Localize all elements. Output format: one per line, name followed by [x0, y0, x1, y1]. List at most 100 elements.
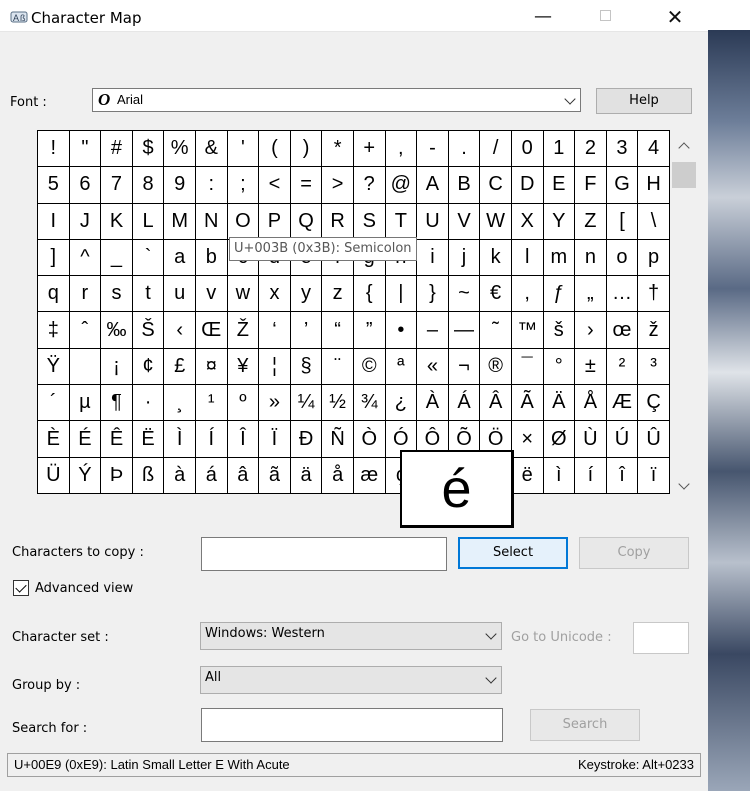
- char-cell[interactable]: •: [385, 312, 418, 349]
- char-cell[interactable]: 9: [164, 167, 196, 204]
- char-cell[interactable]: ¶: [101, 385, 133, 422]
- char-cell[interactable]: Æ: [606, 385, 639, 422]
- char-cell[interactable]: Ú: [606, 421, 639, 458]
- char-cell[interactable]: Ž: [227, 312, 260, 349]
- char-cell[interactable]: Ì: [164, 421, 196, 458]
- char-cell[interactable]: :: [195, 167, 228, 204]
- scroll-down-icon[interactable]: [678, 478, 690, 490]
- char-cell[interactable]: ½: [322, 385, 354, 422]
- char-cell[interactable]: w: [227, 276, 260, 313]
- char-cell[interactable]: Ñ: [322, 421, 354, 458]
- char-cell[interactable]: p: [638, 239, 670, 277]
- char-cell[interactable]: ˜: [480, 312, 512, 349]
- char-cell[interactable]: A: [417, 167, 449, 204]
- char-cell[interactable]: ¼: [290, 385, 323, 422]
- char-cell[interactable]: ±: [575, 348, 607, 386]
- char-cell[interactable]: F: [575, 167, 607, 204]
- char-cell[interactable]: ¥: [227, 348, 260, 386]
- char-cell[interactable]: S: [353, 203, 386, 240]
- char-cell[interactable]: …: [606, 276, 639, 313]
- char-cell[interactable]: ˆ: [69, 312, 102, 349]
- char-cell[interactable]: î: [606, 457, 639, 494]
- char-cell[interactable]: ®: [480, 348, 512, 386]
- char-cell[interactable]: Ð: [290, 421, 323, 458]
- char-cell[interactable]: =: [290, 167, 323, 204]
- char-cell[interactable]: Ë: [132, 421, 165, 458]
- char-cell[interactable]: Ü: [38, 457, 70, 494]
- char-cell[interactable]: ‘: [259, 312, 291, 349]
- char-cell[interactable]: º: [227, 385, 260, 422]
- char-cell[interactable]: v: [195, 276, 228, 313]
- char-cell[interactable]: Š: [132, 312, 165, 349]
- char-cell[interactable]: #: [101, 131, 133, 168]
- char-cell[interactable]: ƒ: [543, 276, 576, 313]
- char-cell[interactable]: „: [575, 276, 607, 313]
- char-cell[interactable]: 2: [575, 131, 607, 168]
- char-cell[interactable]: (: [259, 131, 291, 168]
- char-cell[interactable]: å: [322, 457, 354, 494]
- char-cell[interactable]: Ã: [511, 385, 544, 422]
- maximize-button[interactable]: [585, 6, 625, 28]
- char-cell[interactable]: k: [480, 239, 512, 277]
- char-cell[interactable]: B: [448, 167, 481, 204]
- char-cell[interactable]: á: [195, 457, 228, 494]
- scroll-up-icon[interactable]: [678, 142, 690, 154]
- char-cell[interactable]: š: [543, 312, 576, 349]
- char-cell[interactable]: ¡: [101, 348, 133, 386]
- char-cell[interactable]: P: [259, 203, 291, 240]
- char-cell[interactable]: –: [417, 312, 449, 349]
- char-cell[interactable]: y: [290, 276, 323, 313]
- char-cell[interactable]: }: [417, 276, 449, 313]
- go-to-unicode-input[interactable]: [633, 622, 689, 654]
- char-cell[interactable]: ‡: [38, 312, 70, 349]
- char-cell[interactable]: E: [543, 167, 576, 204]
- char-cell[interactable]: ’: [290, 312, 323, 349]
- char-cell[interactable]: o: [606, 239, 639, 277]
- char-cell[interactable]: *: [322, 131, 354, 168]
- char-cell[interactable]: ™: [511, 312, 544, 349]
- grid-scrollbar[interactable]: [670, 130, 698, 495]
- char-cell[interactable]: “: [322, 312, 354, 349]
- char-cell[interactable]: Ä: [543, 385, 576, 422]
- char-cell[interactable]: /: [480, 131, 512, 168]
- char-cell[interactable]: »: [259, 385, 291, 422]
- group-by-dropdown[interactable]: All: [200, 666, 502, 694]
- char-cell[interactable]: Û: [638, 421, 670, 458]
- char-cell[interactable]: Î: [227, 421, 260, 458]
- char-cell[interactable]: Â: [480, 385, 512, 422]
- char-cell[interactable]: ß: [132, 457, 165, 494]
- char-cell[interactable]: §: [290, 348, 323, 386]
- char-cell[interactable]: Å: [575, 385, 607, 422]
- char-cell[interactable]: J: [69, 203, 102, 240]
- char-cell[interactable]: &: [195, 131, 228, 168]
- char-cell[interactable]: ¹: [195, 385, 228, 422]
- char-cell[interactable]: ì: [543, 457, 576, 494]
- char-cell[interactable]: Ò: [353, 421, 386, 458]
- char-cell[interactable]: a: [164, 239, 196, 277]
- char-cell[interactable]: ¬: [448, 348, 481, 386]
- char-cell[interactable]: r: [69, 276, 102, 313]
- char-cell[interactable]: É: [69, 421, 102, 458]
- char-cell[interactable]: ª: [385, 348, 418, 386]
- char-cell[interactable]: œ: [606, 312, 639, 349]
- char-cell[interactable]: Ý: [69, 457, 102, 494]
- char-cell[interactable]: ¤: [195, 348, 228, 386]
- char-cell[interactable]: 0: [511, 131, 544, 168]
- char-cell[interactable]: ä: [290, 457, 323, 494]
- char-cell[interactable]: Þ: [101, 457, 133, 494]
- char-cell[interactable]: ¾: [353, 385, 386, 422]
- advanced-view-checkbox[interactable]: [13, 580, 29, 596]
- char-cell[interactable]: ¸: [164, 385, 196, 422]
- char-cell[interactable]: Z: [575, 203, 607, 240]
- char-cell[interactable]: !: [38, 131, 70, 168]
- char-cell[interactable]: l: [511, 239, 544, 277]
- char-cell[interactable]: Q: [290, 203, 323, 240]
- char-cell[interactable]: Ç: [638, 385, 670, 422]
- char-cell[interactable]: Ê: [101, 421, 133, 458]
- char-cell[interactable]: Ø: [543, 421, 576, 458]
- char-cell[interactable]: W: [480, 203, 512, 240]
- char-cell[interactable]: ›: [575, 312, 607, 349]
- char-cell[interactable]: ²: [606, 348, 639, 386]
- char-cell[interactable]: q: [38, 276, 70, 313]
- char-cell[interactable]: ³: [638, 348, 670, 386]
